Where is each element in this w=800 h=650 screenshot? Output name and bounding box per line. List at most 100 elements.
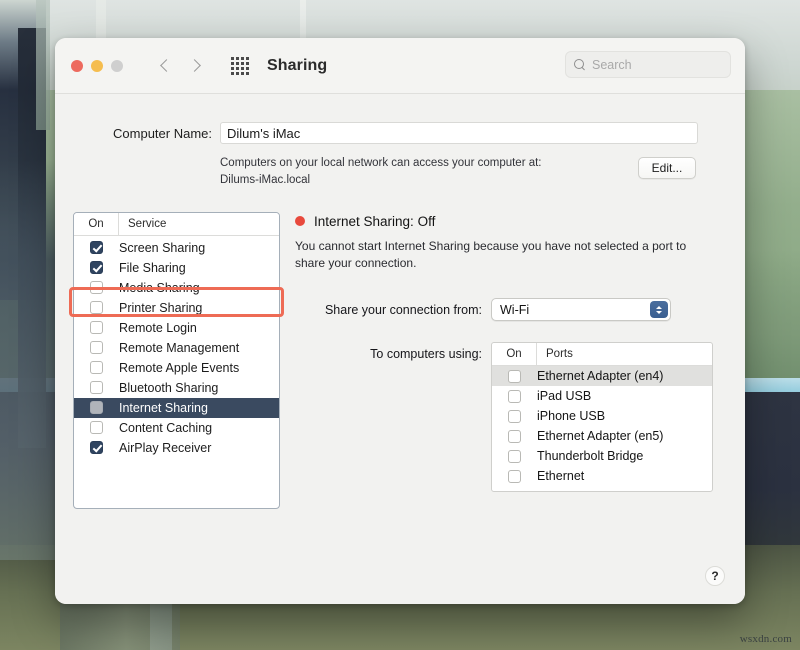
grid-dot: [241, 62, 244, 65]
services-rows: Screen Sharing File Sharing Media Sharing P…: [74, 236, 279, 458]
port-checkbox-cell: [492, 450, 537, 463]
service-checkbox[interactable]: [90, 301, 103, 314]
port-checkbox[interactable]: [508, 470, 521, 483]
service-label: Remote Login: [119, 321, 197, 335]
navigation-buttons: [157, 57, 205, 75]
service-checkbox[interactable]: [90, 381, 103, 394]
services-table-header: On Service: [74, 213, 279, 236]
service-row[interactable]: Screen Sharing: [74, 238, 279, 258]
computer-name-label: Computer Name:: [55, 126, 220, 141]
hint-line-2: Dilums-iMac.local: [220, 172, 628, 189]
port-checkbox[interactable]: [508, 450, 521, 463]
port-row[interactable]: Ethernet Adapter (en5): [492, 426, 712, 446]
port-checkbox[interactable]: [508, 390, 521, 403]
service-checkbox[interactable]: [90, 281, 103, 294]
service-row[interactable]: Bluetooth Sharing: [74, 378, 279, 398]
grid-dot: [241, 57, 244, 60]
local-hostname-hint: Computers on your local network can acce…: [220, 155, 628, 190]
grid-dot: [236, 67, 239, 70]
grid-dot: [241, 72, 244, 75]
ports-table-header: On Ports: [492, 343, 712, 366]
service-row[interactable]: Media Sharing: [74, 278, 279, 298]
service-detail-pane: Internet Sharing: Off You cannot start I…: [280, 212, 745, 509]
chevron-updown-icon[interactable]: [650, 301, 668, 318]
wallpaper-brush-stroke-c: [0, 160, 56, 560]
service-row[interactable]: Content Caching: [74, 418, 279, 438]
service-row[interactable]: AirPlay Receiver: [74, 438, 279, 458]
service-row[interactable]: File Sharing: [74, 258, 279, 278]
status-indicator-icon: [295, 216, 305, 226]
service-row[interactable]: Remote Apple Events: [74, 358, 279, 378]
service-row[interactable]: Printer Sharing: [74, 298, 279, 318]
computer-name-input[interactable]: [220, 122, 698, 144]
service-checkbox-cell: [74, 261, 119, 274]
service-label: Remote Apple Events: [119, 361, 239, 375]
help-button[interactable]: ?: [705, 566, 725, 586]
service-checkbox-cell: [74, 281, 119, 294]
search-box[interactable]: [565, 51, 731, 78]
port-row[interactable]: Ethernet: [492, 466, 712, 486]
port-checkbox-cell: [492, 390, 537, 403]
service-label: Screen Sharing: [119, 241, 205, 255]
service-checkbox-cell: [74, 241, 119, 254]
services-list-panel: On Service Screen Sharing File Sharing Med…: [73, 212, 280, 509]
sharing-preferences-window: Sharing Computer Name: Computers on your…: [55, 38, 745, 604]
computer-name-hint-row: Computers on your local network can acce…: [55, 155, 745, 190]
service-checkbox[interactable]: [90, 261, 103, 274]
service-checkbox[interactable]: [90, 241, 103, 254]
search-input[interactable]: [592, 58, 722, 72]
services-header-on: On: [74, 213, 119, 235]
grid-dot: [246, 67, 249, 70]
back-chevron-icon[interactable]: [157, 57, 175, 75]
grid-dot: [231, 57, 234, 60]
service-checkbox[interactable]: [90, 441, 103, 454]
zoom-button[interactable]: [111, 60, 123, 72]
sharing-content: On Service Screen Sharing File Sharing Med…: [55, 212, 745, 509]
grid-dot: [231, 62, 234, 65]
service-row[interactable]: Remote Management: [74, 338, 279, 358]
service-label: Media Sharing: [119, 281, 200, 295]
port-checkbox[interactable]: [508, 410, 521, 423]
grid-dot: [246, 57, 249, 60]
service-row[interactable]: Remote Login: [74, 318, 279, 338]
port-row[interactable]: iPhone USB: [492, 406, 712, 426]
grid-dot: [236, 57, 239, 60]
share-connection-dropdown[interactable]: Wi-Fi: [491, 298, 671, 321]
service-checkbox[interactable]: [90, 361, 103, 374]
status-title: Internet Sharing: Off: [314, 214, 435, 229]
port-label: iPad USB: [537, 389, 591, 403]
service-label: AirPlay Receiver: [119, 441, 211, 455]
port-row[interactable]: Thunderbolt Bridge: [492, 446, 712, 466]
port-checkbox-cell: [492, 430, 537, 443]
to-computers-label: To computers using:: [295, 342, 491, 361]
services-header-service: Service: [119, 218, 166, 230]
port-checkbox[interactable]: [508, 370, 521, 383]
port-label: Ethernet: [537, 469, 584, 483]
chevron-down-icon: [656, 311, 662, 314]
close-button[interactable]: [71, 60, 83, 72]
port-checkbox-cell: [492, 370, 537, 383]
service-checkbox[interactable]: [90, 321, 103, 334]
minimize-button[interactable]: [91, 60, 103, 72]
service-row[interactable]: Internet Sharing: [74, 398, 279, 418]
service-checkbox-cell: [74, 441, 119, 454]
service-checkbox[interactable]: [90, 421, 103, 434]
status-description: You cannot start Internet Sharing becaus…: [295, 238, 701, 273]
share-connection-value: Wi-Fi: [500, 303, 529, 317]
edit-button[interactable]: Edit...: [638, 157, 696, 179]
grid-dot: [246, 62, 249, 65]
service-label: Bluetooth Sharing: [119, 381, 218, 395]
port-checkbox[interactable]: [508, 430, 521, 443]
port-checkbox-cell: [492, 470, 537, 483]
forward-chevron-icon[interactable]: [187, 57, 205, 75]
service-checkbox-cell: [74, 341, 119, 354]
show-all-grid-icon[interactable]: [231, 57, 249, 75]
port-row[interactable]: iPad USB: [492, 386, 712, 406]
service-checkbox[interactable]: [90, 341, 103, 354]
port-checkbox-cell: [492, 410, 537, 423]
site-watermark: wsxdn.com: [740, 633, 792, 645]
ports-rows: Ethernet Adapter (en4) iPad USB iPhone USB…: [492, 366, 712, 486]
port-row[interactable]: Ethernet Adapter (en4): [492, 366, 712, 386]
service-checkbox-cell: [74, 361, 119, 374]
service-checkbox[interactable]: [90, 401, 103, 414]
